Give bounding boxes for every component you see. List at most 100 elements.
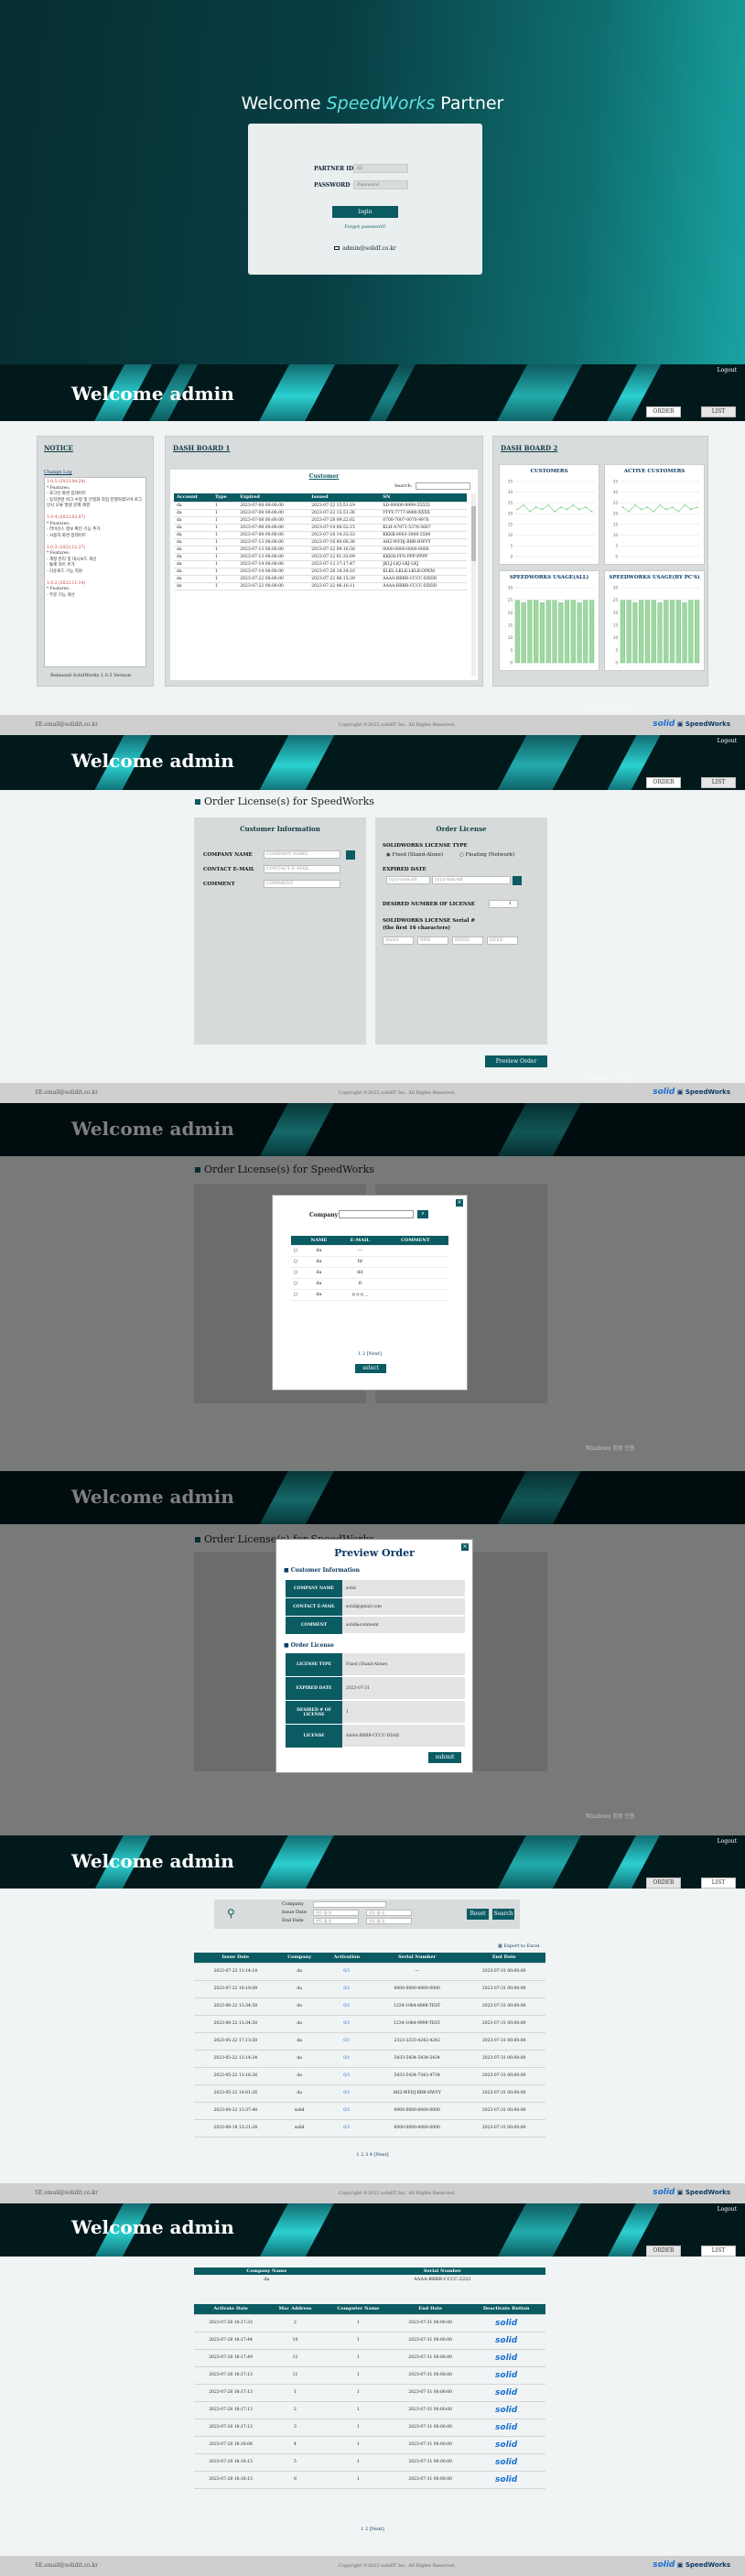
- table-row[interactable]: da 1 2023-07-08 00:00:00 2023-07-28 09:22:0…: [174, 516, 467, 525]
- activation-link[interactable]: 0/1: [321, 2015, 372, 2033]
- partner-id-input[interactable]: ID: [353, 164, 408, 173]
- column-header[interactable]: Expired: [237, 493, 309, 503]
- table-row[interactable]: 2023-05-22 14:01:26 da 0/1 AH2-WFDJ-BBB-HWV…: [194, 2084, 545, 2103]
- company-name-input[interactable]: COMPANY NAME: [264, 850, 340, 859]
- table-row[interactable]: da 1 2023-07-08 00:00:00 2023-07-22 15:51:1…: [174, 502, 467, 510]
- row-radio[interactable]: ○: [291, 1256, 301, 1268]
- company-row[interactable]: ○ da fl: [291, 1278, 448, 1290]
- table-row[interactable]: 2023-04-22 13:37:48 solid 0/1 0000-0000-000…: [194, 2102, 545, 2120]
- deactivate-button[interactable]: solid: [467, 2366, 545, 2385]
- tab-order[interactable]: ORDER: [646, 2246, 681, 2257]
- deactivate-button[interactable]: solid: [467, 2419, 545, 2437]
- calendar-icon[interactable]: [513, 876, 522, 885]
- serial-input-4[interactable]: EEEE: [487, 936, 518, 945]
- deactivate-button[interactable]: solid: [467, 2332, 545, 2350]
- submit-button[interactable]: submit: [428, 1752, 461, 1763]
- reset-button[interactable]: Reset: [467, 1909, 489, 1920]
- search-button[interactable]: Search: [492, 1909, 514, 1920]
- table-row[interactable]: 2023-05-22 13:14:34 da 0/1 5433-5434-5434-5…: [194, 2050, 545, 2068]
- tab-list[interactable]: LIST: [701, 777, 736, 788]
- activation-link[interactable]: 0/1: [321, 1963, 372, 1981]
- table-search-input[interactable]: [416, 482, 470, 490]
- filter-end-to[interactable]: 연도-월-일: [366, 1918, 412, 1924]
- expired-date-input[interactable]: yyyy-mm-dd: [386, 876, 430, 884]
- table-row[interactable]: 2023-05-22 17:13:58 da 0/1 2323-3333-4242-4…: [194, 2032, 545, 2051]
- table-row[interactable]: da 1 2023-07-14 00:00:00 2023-07-28 18:34:1…: [174, 568, 467, 576]
- contact-email-input[interactable]: CONTACT E-MAIL: [264, 865, 340, 873]
- row-radio[interactable]: ○: [291, 1278, 301, 1290]
- row-radio[interactable]: ○: [291, 1267, 301, 1279]
- table-row[interactable]: da 1 2023-07-13 00:00:00 2023-07-16 00:06:3…: [174, 538, 467, 547]
- radio-fixed[interactable]: ◉ Fixed (Stand-Alone): [386, 852, 443, 858]
- table-row[interactable]: 2023-05-22 11:16:26 da 0/1 5433-5434-7343-4…: [194, 2067, 545, 2085]
- table-row[interactable]: da 1 2023-07-13 00:00:00 2023-07-22 09:16:5…: [174, 546, 467, 554]
- table-row[interactable]: da 1 2023-07-13 00:00:00 2023-07-22 01:33:0…: [174, 553, 467, 561]
- tab-order[interactable]: ORDER: [646, 777, 681, 788]
- deactivate-button[interactable]: solid: [467, 2349, 545, 2367]
- tab-order[interactable]: ORDER: [646, 1878, 681, 1889]
- preview-order-button[interactable]: Preview Order: [485, 1055, 547, 1067]
- column-header[interactable]: Account: [174, 493, 213, 503]
- column-header[interactable]: Issued: [308, 493, 381, 503]
- list-pager[interactable]: 1 2 3 4 [Next]: [0, 2152, 745, 2158]
- logout-link[interactable]: Logout: [714, 737, 740, 745]
- filter-company-input[interactable]: [313, 1901, 386, 1908]
- expired-date-input-2[interactable]: yyyy-mm-dd: [432, 876, 511, 884]
- deactivate-button[interactable]: solid: [467, 2453, 545, 2472]
- serial-input-3[interactable]: DDDD: [452, 936, 483, 945]
- company-row[interactable]: ○ da fd: [291, 1256, 448, 1268]
- table-row[interactable]: 2023-07-22 10:19:08 da 0/1 0000-0000-0000-0…: [194, 1980, 545, 1998]
- tab-list[interactable]: LIST: [701, 1878, 736, 1889]
- activation-link[interactable]: 0/1: [321, 2050, 372, 2068]
- close-icon[interactable]: ×: [456, 1199, 463, 1207]
- table-row[interactable]: da 1 2023-07-22 00:00:00 2023-07-22 06:16:1…: [174, 582, 467, 590]
- deactivate-button[interactable]: solid: [467, 2471, 545, 2489]
- logout-link[interactable]: Logout: [714, 2205, 740, 2213]
- activation-link[interactable]: 0/1: [321, 1997, 372, 2016]
- table-row[interactable]: 2023-04-18 13:21:28 solid 0/1 0000-0000-000…: [194, 2119, 545, 2138]
- table-row[interactable]: da 1 2023-07-08 00:00:00 2023-07-18 14:33:5…: [174, 531, 467, 539]
- row-radio[interactable]: ○: [291, 1289, 301, 1301]
- serial-input-1[interactable]: AAAA: [383, 936, 414, 945]
- filter-end-from[interactable]: 연도-월-일: [313, 1918, 359, 1924]
- detail-pager[interactable]: 1 2 [Next]: [0, 2527, 745, 2532]
- activation-link[interactable]: 0/1: [321, 2084, 372, 2103]
- search-icon[interactable]: ⌕: [417, 1210, 428, 1218]
- login-button[interactable]: login: [332, 206, 398, 218]
- tab-order[interactable]: ORDER: [646, 406, 681, 417]
- column-header[interactable]: SN: [380, 493, 467, 503]
- activation-link[interactable]: 0/1: [321, 2102, 372, 2120]
- forgot-password-link[interactable]: Forgot password?: [248, 224, 482, 230]
- logout-link[interactable]: Logout: [714, 1837, 740, 1845]
- column-header[interactable]: Type: [212, 493, 238, 503]
- tab-list[interactable]: LIST: [701, 406, 736, 417]
- deactivate-button[interactable]: solid: [467, 2314, 545, 2332]
- table-row[interactable]: da 1 2023-07-22 00:00:00 2023-07-22 06:15:3…: [174, 575, 467, 583]
- desired-number-stepper[interactable]: 1: [489, 900, 518, 908]
- password-input[interactable]: Password: [353, 180, 408, 189]
- table-row[interactable]: da 1 2023-07-14 00:00:00 2023-07-12 17:17:4…: [174, 560, 467, 568]
- company-search-button[interactable]: [346, 850, 355, 860]
- export-excel-link[interactable]: ▦ Export to Excel: [498, 1943, 539, 1949]
- activation-link[interactable]: 0/1: [321, 2067, 372, 2085]
- company-row[interactable]: ○ da dd: [291, 1267, 448, 1279]
- notice-log[interactable]: 1.0.5 (2023.04.24) * Features: - 로그인 화면 업데…: [44, 477, 146, 667]
- deactivate-button[interactable]: solid: [467, 2384, 545, 2402]
- table-scrollbar[interactable]: [471, 493, 476, 676]
- serial-input-2[interactable]: BBB: [417, 936, 448, 945]
- change-log-link[interactable]: Change Log: [44, 470, 72, 475]
- table-row[interactable]: da 1 2023-07-08 00:00:00 2023-07-14 06:52:1…: [174, 524, 467, 532]
- table-row[interactable]: da 1 2023-07-08 00:00:00 2023-07-22 15:51:3…: [174, 509, 467, 517]
- logout-link[interactable]: Logout: [714, 366, 740, 374]
- activation-link[interactable]: 0/1: [321, 1980, 372, 1998]
- activation-link[interactable]: 0/1: [321, 2032, 372, 2051]
- table-row[interactable]: 2023-06-22 13:34:58 da 0/1 1234-1084-9999-T…: [194, 2015, 545, 2033]
- modal-pager[interactable]: 1 2 [Next]: [273, 1351, 467, 1357]
- modal-company-input[interactable]: [339, 1210, 414, 1218]
- radio-floating[interactable]: ○ Floating (Network): [459, 852, 514, 858]
- company-row[interactable]: ○ da ---: [291, 1245, 448, 1257]
- comment-input[interactable]: COMMENT: [264, 880, 340, 888]
- table-row[interactable]: 2023-06-22 13:34:58 da 0/1 1234-1084-8888-T…: [194, 1997, 545, 2016]
- filter-issue-from[interactable]: 연도-월-일: [313, 1910, 359, 1916]
- deactivate-button[interactable]: solid: [467, 2436, 545, 2454]
